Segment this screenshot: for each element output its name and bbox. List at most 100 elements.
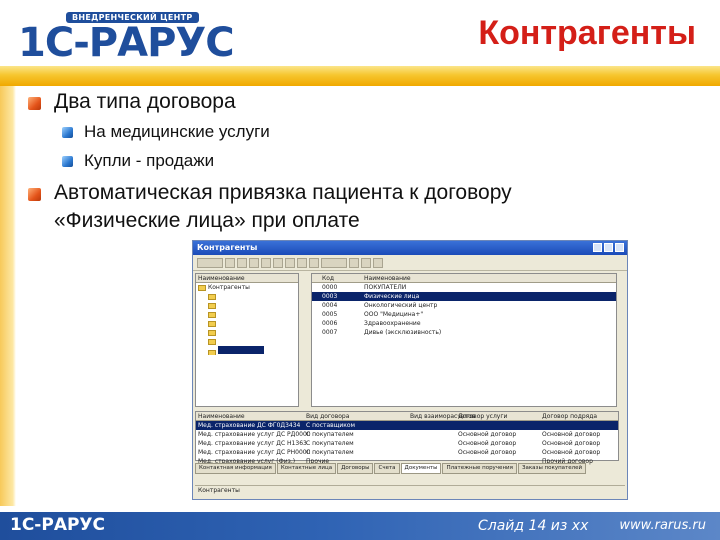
list-item[interactable]: 0000 ПОКУПАТЕЛИ — [312, 283, 616, 292]
contracts-column-header: Вид договора — [306, 413, 350, 420]
website-link[interactable]: www.rarus.ru — [619, 518, 706, 533]
slide: 1С-РАРУС ВНЕДРЕНЧЕСКИЙ ЦЕНТР Контрагенты… — [0, 0, 720, 540]
folder-icon — [208, 311, 216, 318]
table-cell: Мед. страхование ДС ФГ0Д3434 — [198, 422, 301, 429]
list-item-code: 0007 — [322, 329, 338, 336]
table-row[interactable]: Мед. страхование ДС ФГ0Д3434 С поставщико… — [196, 421, 618, 430]
groups-tree[interactable]: Наименование Контрагенты — [195, 273, 299, 407]
list-item-name: Здравоохранение — [364, 320, 421, 327]
company-logo: 1С-РАРУС ВНЕДРЕНЧЕСКИЙ ЦЕНТР — [8, 6, 238, 66]
tab-6[interactable]: Заказы покупателей — [517, 463, 587, 474]
contracts-column-header: Договор подряда — [542, 413, 598, 420]
window-titlebar: Контрагенты — [193, 241, 627, 255]
tree-item[interactable] — [196, 337, 298, 346]
list-item[interactable]: 0005 ООО "Медицина+" — [312, 310, 616, 319]
go-menu-button[interactable] — [321, 257, 347, 268]
close-icon[interactable] — [615, 243, 624, 252]
sub-bullet-medical: На медицинские услуги — [84, 122, 270, 141]
list-item-name: ООО "Медицина+" — [364, 311, 424, 318]
folder-icon — [208, 338, 216, 345]
detail-tabs: Контактная информация Контактные лица Дого… — [195, 463, 625, 474]
list-item-name: Физические лица — [364, 293, 420, 300]
contracts-table[interactable]: Наименование Вид договора Вид взаиморасчет… — [195, 411, 619, 465]
contractors-list[interactable]: Код Наименование 0000 ПОКУПАТЕЛИ 0003 Физич… — [311, 273, 617, 407]
list-item-code: 0004 — [322, 302, 338, 309]
help-icon[interactable] — [373, 257, 383, 268]
table-row[interactable]: Мед. страхование услуг ДС РН0000 С покупа… — [196, 448, 618, 457]
contracts-table-header: Наименование Вид договора Вид взаиморасчет… — [196, 412, 618, 421]
bullet-contract-types: Два типа договора — [54, 90, 236, 113]
list-item-name: ПОКУПАТЕЛИ — [364, 284, 407, 291]
search-icon[interactable] — [309, 257, 319, 268]
list-rows: 0000 ПОКУПАТЕЛИ 0003 Физические лица 0004 Онк… — [312, 283, 616, 337]
list-header: Код Наименование — [312, 274, 616, 283]
header-stripe — [0, 66, 720, 86]
copy-icon[interactable] — [237, 257, 247, 268]
list-item[interactable]: 0007 Дивье (эксклюзивность) — [312, 328, 616, 337]
folder-icon[interactable] — [273, 257, 283, 268]
add-icon[interactable] — [225, 257, 235, 268]
minimize-icon[interactable] — [593, 243, 602, 252]
logo-subtitle: ВНЕДРЕНЧЕСКИЙ ЦЕНТР — [66, 12, 199, 23]
left-accent-bar — [0, 86, 16, 506]
tree-item[interactable] — [196, 319, 298, 328]
window-title: Контрагенты — [197, 243, 258, 252]
list-item[interactable]: 0003 Физические лица — [312, 292, 616, 301]
folder-icon — [208, 320, 216, 327]
tree-item[interactable] — [196, 292, 298, 301]
tree-item-selected[interactable] — [196, 346, 298, 355]
tree-item[interactable] — [196, 301, 298, 310]
table-cell: Основной договор — [542, 431, 601, 438]
tree-item[interactable] — [196, 328, 298, 337]
logo-text: 1С-РАРУС — [18, 20, 235, 66]
refresh-icon[interactable] — [285, 257, 295, 268]
table-row[interactable]: Мед. страхование услуг ДС Н1363 С покупат… — [196, 439, 618, 448]
edit-icon[interactable] — [249, 257, 259, 268]
tree-root[interactable]: Контрагенты — [196, 283, 298, 292]
maximize-icon[interactable] — [604, 243, 613, 252]
list-item-name: Онкологический центр — [364, 302, 438, 309]
tree-item[interactable] — [196, 310, 298, 319]
print-icon[interactable] — [349, 257, 359, 268]
contracts-column-header: Наименование — [198, 413, 245, 420]
tree-header: Наименование — [196, 274, 298, 283]
table-row[interactable]: Мед. страхование услуг ДС РД0000 С покупа… — [196, 430, 618, 439]
folder-icon — [198, 284, 206, 291]
contractors-window: Контрагенты Наименование Контрагенты Код… — [192, 240, 628, 500]
table-cell: Основной договор — [542, 449, 601, 456]
list-item-code: 0000 — [322, 284, 338, 291]
sub-bullet-cube-icon — [62, 127, 73, 138]
bullet-auto-binding-line1: Автоматическая привязка пациента к догов… — [54, 181, 512, 204]
folder-icon — [208, 293, 216, 300]
contracts-table-rows: Мед. страхование ДС ФГ0Д3434 С поставщико… — [196, 421, 618, 466]
bullet-cube-icon — [28, 188, 41, 201]
delete-icon[interactable] — [261, 257, 271, 268]
folder-icon — [208, 349, 216, 355]
list-item[interactable]: 0006 Здравоохранение — [312, 319, 616, 328]
table-cell: С покупателем — [306, 431, 354, 438]
settings-icon[interactable] — [361, 257, 371, 268]
actions-menu-button[interactable] — [197, 257, 223, 268]
window-toolbar — [193, 255, 627, 271]
sub-bullet-cube-icon — [62, 156, 73, 167]
tab-1[interactable]: Контактные лица — [276, 463, 337, 474]
slide-title: Контрагенты — [478, 14, 696, 52]
table-cell: С покупателем — [306, 440, 354, 447]
tab-4[interactable]: Документы — [400, 463, 442, 474]
table-cell: Основной договор — [458, 449, 517, 456]
table-cell: Мед. страхование услуг ДС Н1363 — [198, 440, 307, 447]
filter-icon[interactable] — [297, 257, 307, 268]
slide-number: Слайд 14 из хх — [478, 518, 589, 534]
table-cell: Мед. страхование услуг ДС РН0000 — [198, 449, 311, 456]
tab-2[interactable]: Договоры — [337, 463, 374, 474]
list-item-code: 0006 — [322, 320, 338, 327]
tab-5[interactable]: Платежные поручения — [442, 463, 517, 474]
list-item[interactable]: 0004 Онкологический центр — [312, 301, 616, 310]
tab-0[interactable]: Контактная информация — [195, 463, 276, 474]
table-cell: Мед. страхование услуг ДС РД0000 — [198, 431, 311, 438]
table-cell: С покупателем — [306, 449, 354, 456]
sub-bullet-purchase: Купли - продажи — [84, 151, 215, 170]
footer: 1С-РАРУС Слайд 14 из хх www.rarus.ru — [0, 512, 720, 540]
table-cell: Основной договор — [458, 440, 517, 447]
tab-3[interactable]: Счета — [374, 463, 400, 474]
